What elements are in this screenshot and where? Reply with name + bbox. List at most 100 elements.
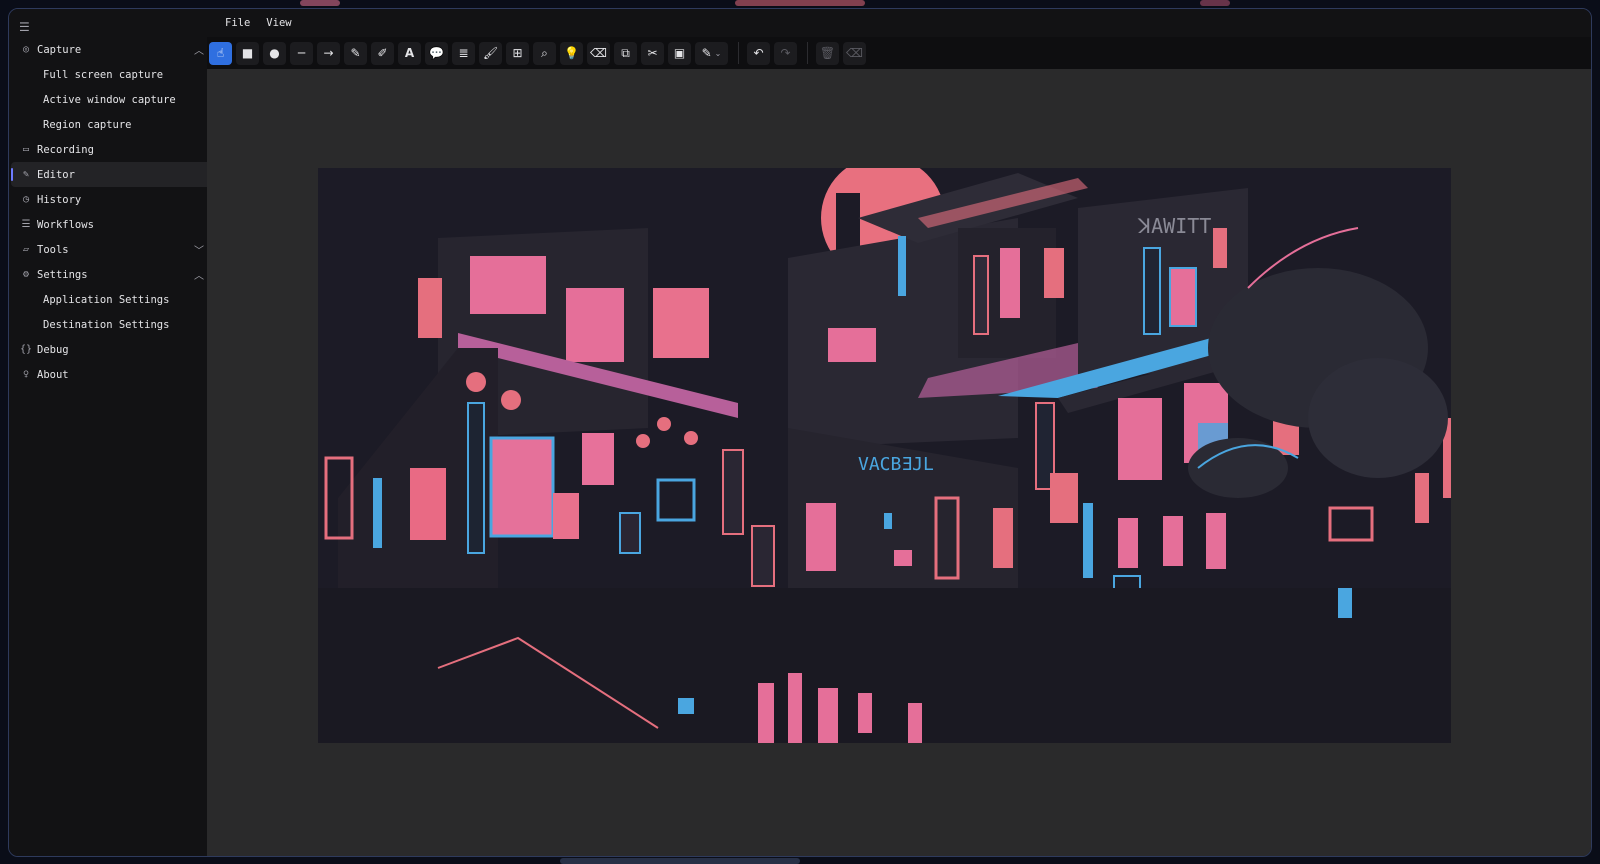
rectangle-tool-button[interactable]: ■: [236, 41, 259, 65]
grid-icon: ⊞: [512, 46, 523, 60]
sidebar-item-capture[interactable]: ◎ Capture ︿: [11, 37, 211, 62]
arrow-tool-button[interactable]: →: [317, 41, 340, 65]
clock-icon: ◷: [22, 194, 30, 205]
sidebar-item-active-window-capture[interactable]: Active window capture: [11, 87, 211, 112]
text-icon: A: [404, 46, 415, 60]
svg-text:ꓘAWITT: ꓘAWITT: [1137, 214, 1211, 238]
cut-tool-button[interactable]: ✂: [641, 41, 664, 65]
trash-icon: 🗑: [819, 46, 836, 60]
desktop-glow: [735, 0, 865, 6]
sidebar-item-label: Capture: [37, 43, 82, 56]
ellipse-tool-button[interactable]: ●: [263, 41, 286, 65]
sidebar-item-application-settings[interactable]: Application Settings: [11, 287, 211, 312]
sidebar-item-label: Full screen capture: [43, 68, 164, 81]
app-window: ☰ ◎ Capture ︿ Full screen capture Active…: [8, 8, 1592, 857]
highlighter-icon: ✐: [377, 46, 388, 60]
line-icon: ─: [297, 46, 306, 60]
pointer-icon: ☝: [216, 46, 225, 60]
sidebar-item-history[interactable]: ◷ History: [11, 187, 211, 212]
sidebar-item-workflows[interactable]: ☰ Workflows: [11, 212, 211, 237]
sidebar-item-label: Destination Settings: [43, 318, 170, 331]
eraser-icon: ⌫: [590, 46, 607, 60]
image-icon: ▣: [673, 46, 686, 60]
sidebar-item-label: Tools: [37, 243, 69, 256]
pen-tool-button[interactable]: ✎: [344, 41, 367, 65]
brush-icon: 🖌: [482, 46, 499, 60]
line-tool-button[interactable]: ─: [290, 41, 313, 65]
speech-bubble-icon: 💬: [429, 46, 444, 60]
menu-file[interactable]: File: [217, 17, 258, 29]
desktop-glow: [300, 0, 340, 6]
sidebar-item-destination-settings[interactable]: Destination Settings: [11, 312, 211, 337]
toolbar-divider: [738, 42, 739, 64]
svg-text:VACBƎJL: VACBƎJL: [858, 454, 934, 475]
pen-icon: ✎: [701, 46, 712, 60]
image-tool-button[interactable]: ▣: [668, 41, 691, 65]
eraser-tool-button[interactable]: ⌫: [587, 41, 610, 65]
toolbar-divider: [807, 42, 808, 64]
highlighter-tool-button[interactable]: ✐: [371, 41, 394, 65]
rectangle-icon: ■: [241, 46, 254, 60]
chevron-down-icon: ⌄: [714, 48, 722, 58]
magnifier-icon: ⌕: [541, 45, 548, 60]
sidebar-item-label: Editor: [37, 168, 75, 181]
desktop-glow: [1200, 0, 1230, 6]
crop-tool-button[interactable]: ⧉: [614, 41, 637, 65]
sidebar-item-label: Workflows: [37, 218, 94, 231]
sidebar-item-debug[interactable]: {} Debug: [11, 337, 211, 362]
sidebar-item-settings[interactable]: ⚙ Settings ︿: [11, 262, 211, 287]
canvas-image[interactable]: VACBƎJL ꓘAWITT: [318, 168, 1451, 743]
crop-icon: ⧉: [621, 45, 630, 60]
sidebar: ☰ ◎ Capture ︿ Full screen capture Active…: [9, 9, 211, 856]
spotlight-icon: 💡: [564, 46, 579, 60]
numbered-list-icon: ≣: [458, 46, 469, 60]
text-tool-button[interactable]: A: [398, 41, 421, 65]
magnifier-tool-button[interactable]: ⌕: [533, 41, 556, 65]
editor-canvas[interactable]: VACBƎJL ꓘAWITT: [207, 69, 1591, 856]
desktop-glow: [560, 858, 800, 864]
sidebar-item-label: History: [37, 193, 82, 206]
neon-city-illustration: VACBƎJL ꓘAWITT: [318, 168, 1451, 743]
hamburger-icon[interactable]: ☰: [19, 21, 33, 33]
sidebar-item-full-screen-capture[interactable]: Full screen capture: [11, 62, 211, 87]
sidebar-item-label: Debug: [37, 343, 69, 356]
video-icon: ▭: [22, 144, 30, 155]
eraser-icon: ⌫: [846, 46, 863, 60]
sidebar-item-label: Recording: [37, 143, 94, 156]
camera-icon: ◎: [22, 44, 30, 55]
sidebar-item-label: Region capture: [43, 118, 132, 131]
gear-icon: ⚙: [22, 269, 30, 280]
menu-view[interactable]: View: [258, 17, 299, 29]
pen-icon: ✎: [350, 46, 361, 60]
sidebar-nav: ◎ Capture ︿ Full screen capture Active w…: [11, 37, 211, 387]
speech-bubble-tool-button[interactable]: 💬: [425, 41, 448, 65]
grid-tool-button[interactable]: ⊞: [506, 41, 529, 65]
ellipse-icon: ●: [269, 46, 280, 60]
sidebar-item-label: Active window capture: [43, 93, 176, 106]
clear-button[interactable]: ⌫: [843, 41, 866, 65]
scissors-icon: ✂: [647, 46, 658, 60]
undo-button[interactable]: ↶: [747, 41, 770, 65]
folder-icon: ▱: [22, 244, 30, 255]
redo-button[interactable]: ↷: [774, 41, 797, 65]
pointer-tool-button[interactable]: ☝: [209, 41, 232, 65]
sidebar-item-tools[interactable]: ▱ Tools ﹀: [11, 237, 211, 262]
numbered-step-tool-button[interactable]: ≣: [452, 41, 475, 65]
sidebar-item-about[interactable]: ♀ About: [11, 362, 211, 387]
sidebar-item-region-capture[interactable]: Region capture: [11, 112, 211, 137]
redo-icon: ↷: [780, 46, 791, 60]
sidebar-item-editor[interactable]: ✎ Editor: [11, 162, 211, 187]
spotlight-tool-button[interactable]: 💡: [560, 41, 583, 65]
list-icon: ☰: [21, 219, 31, 230]
pencil-icon: ✎: [22, 169, 30, 180]
sidebar-item-label: Settings: [37, 268, 88, 281]
undo-icon: ↶: [753, 46, 764, 60]
braces-icon: {}: [19, 344, 33, 355]
sidebar-item-label: About: [37, 368, 69, 381]
menu-bar: File View: [211, 9, 1591, 37]
sidebar-item-recording[interactable]: ▭ Recording: [11, 137, 211, 162]
delete-button[interactable]: 🗑: [816, 41, 839, 65]
sidebar-item-label: Application Settings: [43, 293, 170, 306]
color-picker-dropdown[interactable]: ✎ ⌄: [695, 41, 728, 65]
brush-tool-button[interactable]: 🖌: [479, 41, 502, 65]
